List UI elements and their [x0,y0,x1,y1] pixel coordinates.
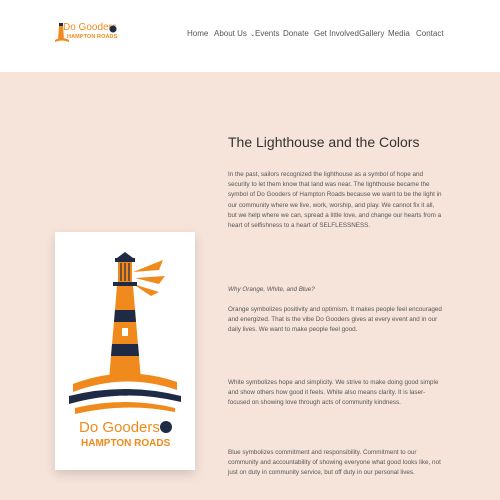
nav-gallery[interactable]: Gallery [359,29,384,38]
nav-media[interactable]: Media [388,29,410,38]
page-title: The Lighthouse and the Colors [228,134,420,150]
nav-contact[interactable]: Contact [416,29,444,38]
card-logo-title: Do Gooders [79,419,160,436]
nav-about-us[interactable]: About Us ⌄ [214,29,255,38]
blue-paragraph: Blue symbolizes commitment and responsib… [228,449,441,477]
lighthouse-logo-image: Do Gooders HAMPTON ROADS [69,252,181,449]
orange-paragraph: Orange symbolizes positivity and optimis… [228,306,442,334]
colors-question: Why Orange, White, and Blue? [228,286,315,293]
lighthouse-logo-card: Do Gooders HAMPTON ROADS [55,232,195,470]
main-nav: Home About Us ⌄ Events Donate Get Involv… [0,29,500,41]
card-logo-subtitle: HAMPTON ROADS [81,438,171,449]
nav-home[interactable]: Home [187,29,208,38]
nav-get-involved[interactable]: Get Involved [314,29,359,38]
nav-events[interactable]: Events [255,29,279,38]
nav-donate[interactable]: Donate [283,29,309,38]
intro-paragraph: In the past, sailors recognized the ligh… [228,171,442,230]
site-header: Do Gooders HAMPTON ROADS Home About Us ⌄… [0,0,500,72]
white-paragraph: White symbolizes hope and simplicity. We… [228,379,439,407]
